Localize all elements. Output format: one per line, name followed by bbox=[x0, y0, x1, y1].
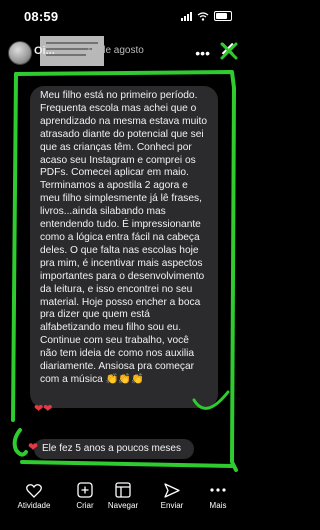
send-icon bbox=[148, 482, 196, 498]
battery-icon bbox=[214, 11, 232, 21]
close-icon[interactable]: ✕ bbox=[219, 40, 236, 60]
nav-activity-label: Atividade bbox=[17, 501, 51, 510]
nav-send-label: Enviar bbox=[160, 501, 184, 510]
status-bar: 08:59 bbox=[0, 0, 244, 34]
reply-bubble: Ele fez 5 anos a poucos meses bbox=[34, 439, 194, 459]
wifi-icon bbox=[197, 11, 209, 21]
avatar[interactable] bbox=[8, 41, 32, 65]
status-time: 08:59 bbox=[24, 9, 59, 24]
nav-browse[interactable]: Navegar bbox=[99, 482, 147, 510]
nav-more-label: Mais bbox=[209, 501, 227, 510]
heart-reaction-icon: ❤ bbox=[28, 440, 39, 454]
nav-more[interactable]: Mais bbox=[194, 482, 242, 510]
reply-text: Ele fez 5 anos a poucos meses bbox=[42, 443, 181, 454]
bottom-navigation: Atividade Criar Navegar Enviar Mais bbox=[0, 482, 244, 530]
nav-activity[interactable]: Atividade bbox=[10, 482, 58, 510]
story-username[interactable]: Oi... bbox=[34, 45, 55, 57]
nav-send[interactable]: Enviar bbox=[148, 482, 196, 510]
more-icon bbox=[194, 482, 242, 498]
message-bubble: Meu filho está no primeiro período. Freq… bbox=[30, 86, 218, 408]
signal-icon bbox=[181, 11, 192, 21]
heart-icon bbox=[10, 482, 58, 498]
story-date: 12 de agosto bbox=[86, 45, 144, 56]
heart-reaction-icon: ❤❤ bbox=[34, 403, 53, 415]
browse-icon bbox=[99, 482, 147, 498]
story-header: Oi... 12 de agosto ••• ✕ bbox=[0, 36, 244, 70]
status-icons bbox=[181, 11, 232, 21]
message-text: Meu filho está no primeiro período. Freq… bbox=[40, 90, 208, 385]
more-options-icon[interactable]: ••• bbox=[195, 45, 210, 61]
nav-browse-label: Navegar bbox=[107, 501, 139, 510]
